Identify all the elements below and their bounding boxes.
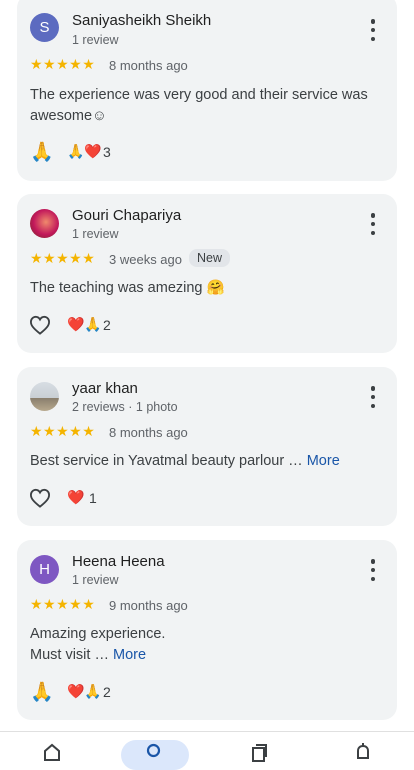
reaction-count: 2 xyxy=(103,317,111,333)
review-date: 9 months ago xyxy=(109,598,188,613)
reviewer-meta: 1 review xyxy=(72,227,119,241)
reviewer-meta: 2 reviews · 1 photo xyxy=(72,400,178,414)
reaction-summary[interactable]: ❤️ xyxy=(67,489,84,506)
reviewer-name[interactable]: Saniyasheikh Sheikh xyxy=(72,12,211,29)
star-rating: ★★★★★ xyxy=(30,423,96,439)
more-options-button[interactable] xyxy=(367,386,379,408)
reaction-count: 3 xyxy=(103,144,111,160)
notifications-icon[interactable] xyxy=(353,742,373,762)
reaction-summary[interactable]: ❤️🙏 xyxy=(67,683,102,700)
reaction-count: 1 xyxy=(89,490,97,506)
star-rating: ★★★★★ xyxy=(30,250,96,266)
review-date: 8 months ago xyxy=(109,58,188,73)
avatar[interactable]: H xyxy=(30,555,59,584)
review-text-line: Must visit … xyxy=(30,647,113,663)
pray-icon[interactable]: 🙏 xyxy=(30,680,54,704)
star-rating: ★★★★★ xyxy=(30,596,96,612)
review-text: The experience was very good and their s… xyxy=(30,87,368,124)
review-card: Gouri Chapariya 1 review ★★★★★ 3 weeks a… xyxy=(17,194,397,353)
review-text: Amazing experience. Must visit … More xyxy=(30,624,379,666)
avatar[interactable]: S xyxy=(30,13,59,42)
reviewer-meta: 1 review xyxy=(72,573,119,587)
reaction-summary[interactable]: 🙏❤️ xyxy=(67,143,102,160)
search-icon[interactable] xyxy=(145,742,165,762)
review-date: 8 months ago xyxy=(109,425,188,440)
heart-outline-icon[interactable] xyxy=(29,488,51,508)
avatar[interactable] xyxy=(30,209,59,238)
new-badge: New xyxy=(189,249,231,267)
more-link[interactable]: More xyxy=(113,647,146,663)
more-options-button[interactable] xyxy=(367,213,379,235)
saved-icon[interactable] xyxy=(249,742,269,762)
review-card: yaar khan 2 reviews · 1 photo ★★★★★ 8 mo… xyxy=(17,367,397,526)
review-date: 3 weeks ago xyxy=(109,252,182,267)
pray-icon[interactable]: 🙏 xyxy=(30,140,54,164)
reviewer-name[interactable]: Heena Heena xyxy=(72,553,165,570)
reaction-summary[interactable]: ❤️🙏 xyxy=(67,316,102,333)
reviewer-name[interactable]: Gouri Chapariya xyxy=(72,207,181,224)
review-text: The teaching was amezing 🤗 xyxy=(30,280,225,296)
review-text-body: Best service in Yavatmal beauty parlour … xyxy=(30,453,307,469)
reaction-count: 2 xyxy=(103,684,111,700)
review-text-line: Amazing experience. xyxy=(30,626,166,642)
review-text: Best service in Yavatmal beauty parlour … xyxy=(30,451,379,472)
heart-outline-icon[interactable] xyxy=(29,315,51,335)
bottom-navigation xyxy=(0,731,414,770)
more-options-button[interactable] xyxy=(367,19,379,41)
avatar[interactable] xyxy=(30,382,59,411)
home-icon[interactable] xyxy=(42,742,62,762)
star-rating: ★★★★★ xyxy=(30,56,96,72)
review-card: S Saniyasheikh Sheikh 1 review ★★★★★ 8 m… xyxy=(17,0,397,181)
review-card: H Heena Heena 1 review ★★★★★ 9 months ag… xyxy=(17,540,397,720)
more-options-button[interactable] xyxy=(367,559,379,581)
more-link[interactable]: More xyxy=(307,453,340,469)
reviewer-name[interactable]: yaar khan xyxy=(72,380,138,397)
reviewer-meta: 1 review xyxy=(72,33,119,47)
